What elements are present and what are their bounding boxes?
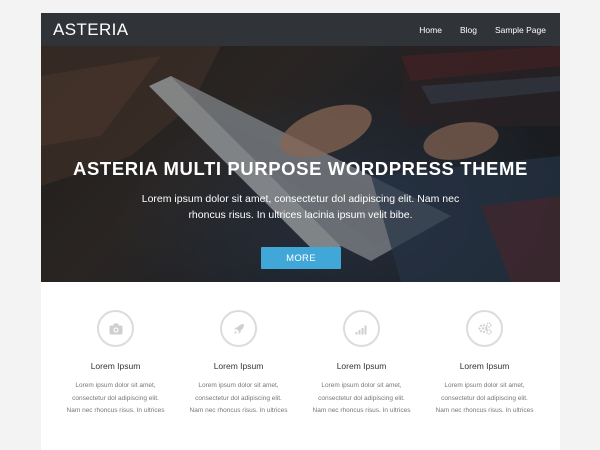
feature-title: Lorem Ipsum <box>459 361 510 371</box>
feature-icon-circle <box>343 310 380 347</box>
feature-icon-circle <box>97 310 134 347</box>
feature-title: Lorem Ipsum <box>213 361 264 371</box>
more-button[interactable]: MORE <box>261 247 341 269</box>
feature-text-line: Nam nec rhoncus risus. In ultrices <box>66 407 165 414</box>
feature-item: Lorem Ipsum Lorem ipsum dolor sit amet, … <box>300 310 423 418</box>
hero-banner: ASTERIA MULTI PURPOSE WORDPRESS THEME Lo… <box>41 46 560 282</box>
feature-text-line: Lorem ipsum dolor sit amet, <box>198 382 279 389</box>
feature-description: Lorem ipsum dolor sit amet, consectetur … <box>423 380 546 418</box>
nav-item-home[interactable]: Home <box>419 25 442 35</box>
feature-description: Lorem ipsum dolor sit amet, consectetur … <box>300 380 423 418</box>
site-container: ASTERIA Home Blog Sample Page ASTERIA MU… <box>41 13 560 450</box>
nav-item-sample-page[interactable]: Sample Page <box>495 25 546 35</box>
feature-text-line: Nam nec rhoncus risus. In ultrices <box>189 407 288 414</box>
feature-text-line: consectetur dol adipiscing elit. <box>72 394 159 402</box>
feature-icon-circle <box>220 310 257 347</box>
feature-item: Lorem Ipsum Lorem ipsum dolor sit amet, … <box>177 310 300 418</box>
feature-item: Lorem Ipsum Lorem ipsum dolor sit amet, … <box>423 310 546 418</box>
feature-text-line: Lorem ipsum dolor sit amet, <box>321 382 402 389</box>
hero-description: Lorem ipsum dolor sit amet, consectetur … <box>141 193 460 221</box>
feature-item: Lorem Ipsum Lorem ipsum dolor sit amet, … <box>54 310 177 418</box>
camera-icon <box>109 323 122 334</box>
feature-description: Lorem ipsum dolor sit amet, consectetur … <box>54 380 177 418</box>
signal-icon <box>355 325 366 334</box>
feature-text-line: Nam nec rhoncus risus. In ultrices <box>312 407 411 414</box>
feature-description: Lorem ipsum dolor sit amet, consectetur … <box>177 380 300 418</box>
site-logo[interactable]: ASTERIA <box>53 20 129 40</box>
top-navigation-bar: ASTERIA Home Blog Sample Page <box>41 13 560 46</box>
feature-text-line: consectetur dol adipiscing elit. <box>195 394 282 402</box>
feature-icon-circle <box>466 310 503 347</box>
nav-item-blog[interactable]: Blog <box>460 25 477 35</box>
feature-title: Lorem Ipsum <box>336 361 387 371</box>
gears-icon <box>478 322 492 335</box>
feature-text-line: Lorem ipsum dolor sit amet, <box>444 382 525 389</box>
hero-title: ASTERIA MULTI PURPOSE WORDPRESS THEME <box>73 158 528 179</box>
feature-text-line: consectetur dol adipiscing elit. <box>318 394 405 402</box>
feature-text-line: Nam nec rhoncus risus. In ultrices <box>435 407 534 414</box>
feature-title: Lorem Ipsum <box>90 361 141 371</box>
main-menu: Home Blog Sample Page <box>419 25 546 35</box>
feature-text-line: Lorem ipsum dolor sit amet, <box>75 382 156 389</box>
features-section: Lorem Ipsum Lorem ipsum dolor sit amet, … <box>41 282 560 450</box>
feature-text-line: consectetur dol adipiscing elit. <box>441 394 528 402</box>
rocket-icon <box>233 323 244 334</box>
